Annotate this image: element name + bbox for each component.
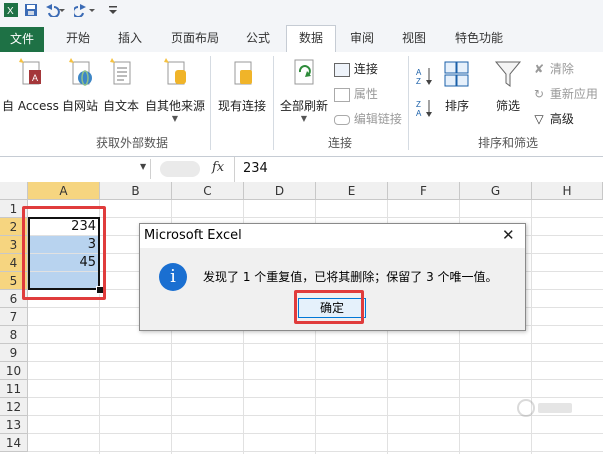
- row-header-9[interactable]: 9: [0, 344, 28, 362]
- highlight-box-ok: [294, 290, 364, 324]
- info-icon: i: [159, 263, 187, 291]
- tab-data[interactable]: 数据: [286, 25, 336, 53]
- from-access-button[interactable]: A 自 Access: [2, 56, 59, 114]
- chevron-down-icon: ▼: [171, 114, 179, 123]
- existing-connections-icon: [234, 61, 252, 85]
- row-header-10[interactable]: 10: [0, 362, 28, 380]
- svg-text:A: A: [416, 68, 422, 77]
- row-header-7[interactable]: 7: [0, 308, 28, 326]
- other-sources-icon: [164, 58, 186, 85]
- group-label-connections: 连接: [328, 136, 353, 150]
- svg-text:Z: Z: [416, 77, 421, 86]
- refresh-icon: [294, 59, 314, 85]
- advanced-filter-icon: ▽: [534, 112, 544, 126]
- group-label-external-data: 获取外部数据: [96, 136, 169, 150]
- undo-icon[interactable]: [44, 3, 65, 18]
- web-icon: [69, 58, 92, 86]
- tab-file[interactable]: 文件: [0, 27, 44, 52]
- tab-view[interactable]: 视图: [392, 26, 436, 51]
- sort-dialog-icon: [444, 61, 469, 87]
- separator: [273, 56, 274, 150]
- clear-filter-button[interactable]: ✘ 清除: [532, 60, 574, 77]
- column-header-e[interactable]: E: [316, 182, 388, 200]
- customize-toolbar-icon[interactable]: [106, 3, 120, 17]
- row-header-8[interactable]: 8: [0, 326, 28, 344]
- row-header-12[interactable]: 12: [0, 398, 28, 416]
- close-icon[interactable]: ✕: [502, 226, 515, 244]
- tab-page-layout[interactable]: 页面布局: [164, 26, 226, 51]
- column-header-b[interactable]: B: [100, 182, 172, 200]
- column-header-a[interactable]: A: [28, 182, 100, 200]
- tab-special-features[interactable]: 特色功能: [446, 26, 512, 51]
- quick-access-toolbar: X: [0, 0, 603, 22]
- existing-connections-button[interactable]: 现有连接: [214, 56, 270, 114]
- formula-input[interactable]: 234: [243, 161, 268, 176]
- properties-icon: [334, 87, 350, 102]
- svg-text:A: A: [32, 73, 38, 83]
- filter-button[interactable]: 筛选: [490, 56, 526, 114]
- insert-function-icon[interactable]: fx: [212, 160, 224, 175]
- clear-filter-icon: ✘: [533, 62, 545, 76]
- from-text-button[interactable]: 自文本: [100, 56, 142, 114]
- access-icon: A: [19, 58, 41, 85]
- reapply-icon: ↻: [533, 87, 545, 101]
- dialog-body: i 发现了 1 个重复值，已将其删除；保留了 3 个唯一值。: [140, 248, 525, 292]
- separator: [234, 157, 235, 182]
- text-file-icon: [110, 58, 131, 85]
- highlight-box-selection: [22, 206, 106, 300]
- name-box[interactable]: ▼: [0, 159, 151, 179]
- tab-review[interactable]: 审阅: [340, 26, 384, 51]
- dialog-message: 发现了 1 个重复值，已将其删除；保留了 3 个唯一值。: [203, 270, 498, 284]
- advanced-filter-button[interactable]: ▽ 高级: [532, 110, 573, 127]
- link-icon: [334, 114, 350, 125]
- from-web-button[interactable]: 自网站: [60, 56, 100, 114]
- column-header-g[interactable]: G: [460, 182, 532, 200]
- filter-icon: [494, 61, 522, 87]
- svg-text:X: X: [7, 6, 14, 17]
- row-header-13[interactable]: 13: [0, 416, 28, 434]
- formula-bar-buttons: [160, 161, 200, 177]
- column-header-f[interactable]: F: [388, 182, 460, 200]
- connections-button[interactable]: 连接: [334, 60, 378, 77]
- svg-text:A: A: [416, 109, 422, 118]
- save-icon[interactable]: [24, 3, 38, 17]
- edit-links-button[interactable]: 编辑链接: [334, 110, 402, 127]
- sort-descending-button[interactable]: ZA: [416, 98, 434, 121]
- watermark-logo: [516, 398, 576, 422]
- select-all-corner[interactable]: [0, 182, 28, 200]
- separator: [210, 56, 211, 150]
- chevron-down-icon: ▼: [300, 114, 308, 123]
- row-header-14[interactable]: 14: [0, 434, 28, 452]
- formula-bar: ▼ fx 234: [0, 157, 603, 183]
- refresh-all-button[interactable]: 全部刷新 ▼: [278, 56, 330, 123]
- properties-button[interactable]: 属性: [334, 85, 378, 102]
- redo-icon[interactable]: [72, 3, 95, 18]
- column-header-h[interactable]: H: [532, 182, 603, 200]
- row-header-11[interactable]: 11: [0, 380, 28, 398]
- ribbon-data: A 自 Access 自网站 自文本 自其他来源 ▼ 现有连接 获取外部数据 全…: [0, 52, 603, 157]
- tab-formulas[interactable]: 公式: [236, 26, 280, 51]
- excel-app-icon: X: [4, 3, 18, 17]
- group-label-sort-filter: 排序和筛选: [478, 136, 539, 150]
- connections-icon: [334, 62, 350, 77]
- tab-insert[interactable]: 插入: [108, 26, 152, 51]
- column-header-d[interactable]: D: [244, 182, 316, 200]
- svg-text:Z: Z: [416, 100, 421, 109]
- dialog-title-bar: Microsoft Excel ✕: [140, 224, 525, 248]
- separator: [408, 56, 409, 150]
- sort-ascending-icon: AZ: [416, 68, 432, 86]
- column-header-c[interactable]: C: [172, 182, 244, 200]
- sort-button[interactable]: 排序: [440, 56, 474, 114]
- ribbon-tab-bar: 文件 开始 插入 页面布局 公式 数据 审阅 视图 特色功能: [0, 22, 603, 53]
- sort-descending-icon: ZA: [416, 100, 432, 118]
- from-other-sources-button[interactable]: 自其他来源 ▼: [144, 56, 206, 123]
- sort-ascending-button[interactable]: AZ: [416, 66, 434, 89]
- dialog-title: Microsoft Excel: [144, 228, 242, 243]
- chevron-down-icon[interactable]: ▼: [140, 162, 146, 171]
- reapply-filter-button[interactable]: ↻ 重新应用: [532, 85, 598, 102]
- tab-home[interactable]: 开始: [56, 26, 100, 51]
